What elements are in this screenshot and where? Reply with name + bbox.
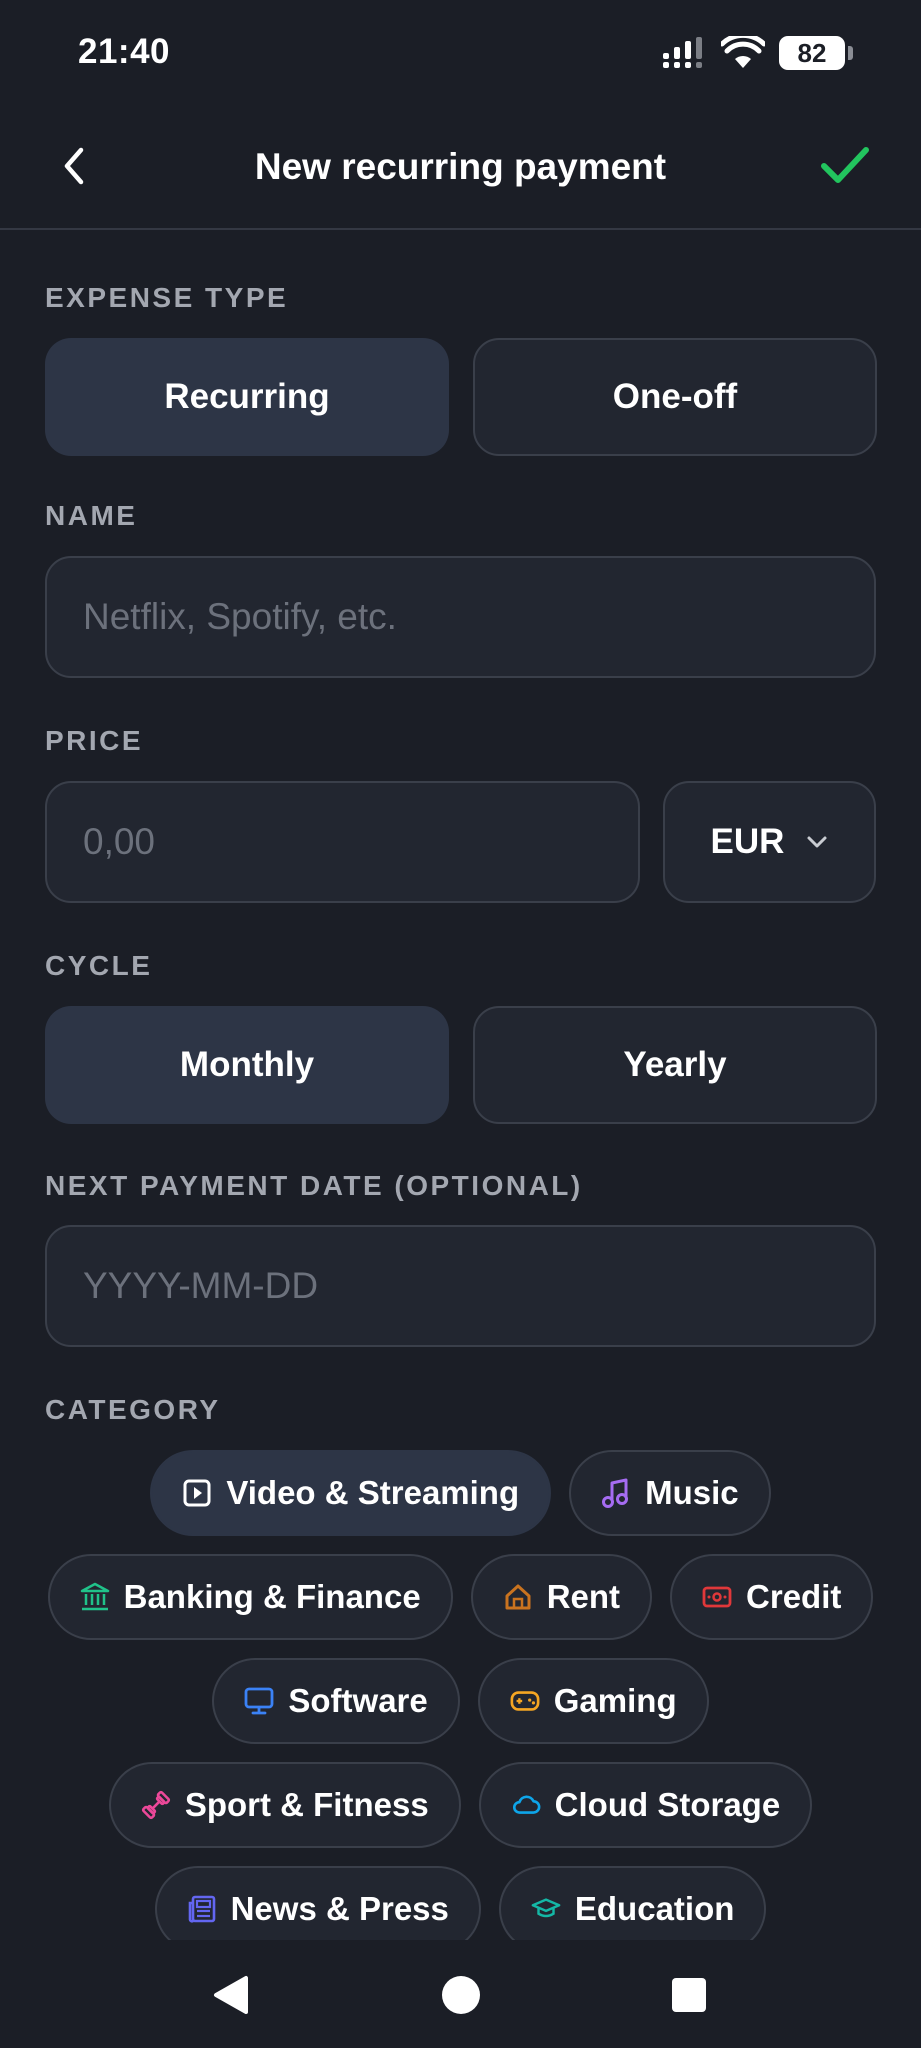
cycle-yearly-option[interactable]: Yearly xyxy=(473,1006,877,1124)
category-chip-video-streaming[interactable]: Video & Streaming xyxy=(150,1450,552,1536)
save-button[interactable] xyxy=(813,134,877,198)
cash-icon xyxy=(702,1582,732,1612)
category-row: Banking & Finance Rent Credit xyxy=(0,1554,921,1640)
newspaper-icon xyxy=(187,1894,217,1924)
page-title: New recurring payment xyxy=(254,146,667,187)
category-chip-music[interactable]: Music xyxy=(569,1450,771,1536)
music-note-icon xyxy=(601,1478,631,1508)
house-icon xyxy=(503,1582,533,1612)
category-chip-rent[interactable]: Rent xyxy=(470,1554,653,1640)
status-bar: 21:40 82 xyxy=(0,0,921,106)
wifi-icon xyxy=(721,36,765,68)
currency-select[interactable]: EUR xyxy=(663,781,876,903)
next-payment-date-input[interactable]: YYYY-MM-DD xyxy=(45,1225,876,1347)
expense-type-recurring-option[interactable]: Recurring xyxy=(45,338,449,456)
nav-recents-button[interactable] xyxy=(664,1970,714,2020)
next-payment-date-label: NEXT PAYMENT DATE (OPTIONAL) xyxy=(45,1170,583,1201)
graduation-cap-icon xyxy=(531,1894,561,1924)
price-placeholder: 0,00 xyxy=(83,821,156,862)
battery-indicator: 82 xyxy=(779,36,853,70)
checkmark-icon xyxy=(821,147,869,183)
battery-level: 82 xyxy=(797,37,827,68)
signal-icon xyxy=(663,37,702,68)
name-placeholder: Netflix, Spotify, etc. xyxy=(83,596,397,637)
gamepad-icon xyxy=(510,1686,540,1716)
category-chip-software[interactable]: Software xyxy=(212,1658,460,1744)
cycle-monthly-option[interactable]: Monthly xyxy=(45,1006,449,1124)
dumbbell-icon xyxy=(141,1790,171,1820)
next-payment-date-placeholder: YYYY-MM-DD xyxy=(83,1265,319,1306)
price-input[interactable]: 0,00 xyxy=(45,781,640,903)
nav-back-button[interactable] xyxy=(205,1970,255,2020)
category-row: Video & Streaming Music xyxy=(0,1450,921,1536)
category-chip-gaming[interactable]: Gaming xyxy=(477,1658,709,1744)
currency-value: EUR xyxy=(710,822,785,861)
triangle-back-icon xyxy=(214,1976,248,2014)
monitor-icon xyxy=(244,1686,274,1716)
category-chip-sport-fitness[interactable]: Sport & Fitness xyxy=(108,1762,461,1848)
category-label: CATEGORY xyxy=(45,1394,221,1425)
status-time: 21:40 xyxy=(78,32,171,71)
system-navigation-bar xyxy=(0,1940,921,2048)
category-row: Sport & Fitness Cloud Storage xyxy=(0,1762,921,1848)
status-icons: 82 xyxy=(663,33,853,73)
category-chip-banking-finance[interactable]: Banking & Finance xyxy=(47,1554,453,1640)
category-chip-cloud-storage[interactable]: Cloud Storage xyxy=(478,1762,813,1848)
category-row: Software Gaming xyxy=(0,1658,921,1744)
name-input[interactable]: Netflix, Spotify, etc. xyxy=(45,556,876,678)
expense-type-one-off-option[interactable]: One-off xyxy=(473,338,877,456)
square-recents-icon xyxy=(672,1978,706,2012)
nav-home-button[interactable] xyxy=(436,1970,486,2020)
circle-home-icon xyxy=(442,1976,480,2014)
price-label: PRICE xyxy=(45,725,144,756)
chevron-down-icon xyxy=(807,836,827,848)
bank-icon xyxy=(80,1582,110,1612)
cloud-icon xyxy=(511,1790,541,1820)
play-icon xyxy=(182,1478,212,1508)
expense-type-label: EXPENSE TYPE xyxy=(45,282,289,313)
top-app-bar: New recurring payment xyxy=(0,106,921,230)
category-chip-credit[interactable]: Credit xyxy=(670,1554,874,1640)
cycle-label: CYCLE xyxy=(45,950,153,981)
name-label: NAME xyxy=(45,500,138,531)
